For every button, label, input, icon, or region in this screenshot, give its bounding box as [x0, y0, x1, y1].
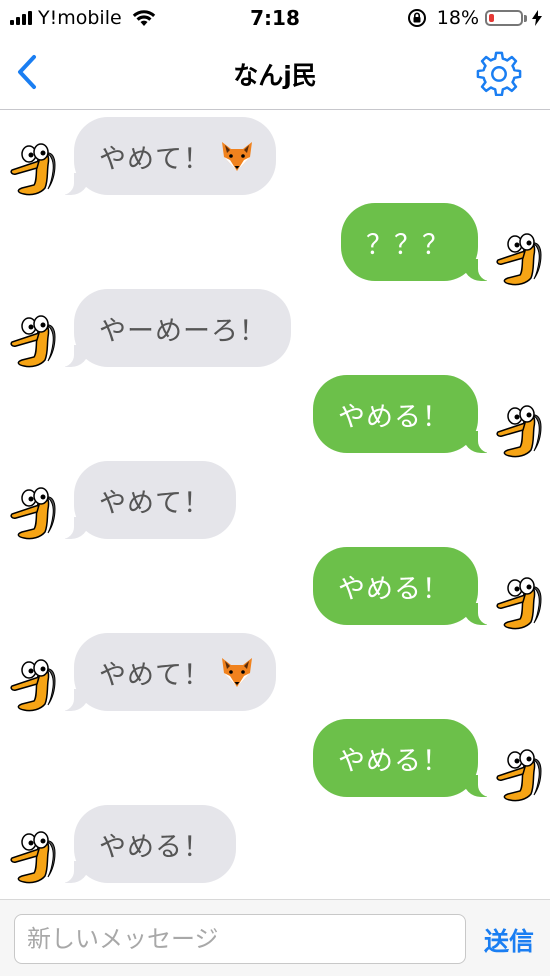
status-right: 18%	[407, 7, 542, 29]
battery-level	[489, 14, 494, 22]
outgoing-message[interactable]: やめる！	[313, 719, 496, 797]
bird-avatar-icon	[496, 749, 542, 802]
bird-avatar-icon	[10, 831, 56, 884]
bird-avatar-icon	[10, 659, 56, 712]
bird-avatar-icon	[10, 143, 56, 196]
battery-tip	[524, 14, 527, 22]
outgoing-message[interactable]: やめる！	[313, 547, 496, 625]
incoming-message[interactable]: やめて！	[56, 461, 236, 539]
message-text: やめる！	[99, 831, 211, 863]
gear-icon[interactable]	[476, 50, 522, 96]
message-text: やめて！	[99, 487, 211, 519]
outgoing-message[interactable]: ？？？	[341, 203, 496, 281]
navigation-bar: なんj民	[0, 36, 550, 110]
incoming-message[interactable]: やめて！	[56, 117, 276, 195]
battery-icon	[485, 10, 523, 26]
message-text: やめて！	[99, 659, 211, 691]
bird-avatar-icon	[496, 405, 542, 458]
battery-percent: 18%	[436, 7, 479, 29]
message-text: ？？？	[366, 229, 450, 261]
page-title: なんj民	[233, 61, 317, 90]
fox-emoji-icon	[222, 142, 252, 171]
message-text: やめて！	[99, 143, 211, 175]
outgoing-message[interactable]: やめる！	[313, 375, 496, 453]
message-input[interactable]	[14, 914, 466, 964]
fox-emoji-icon	[222, 658, 252, 687]
incoming-message[interactable]: やーめーろ！	[56, 289, 291, 367]
orientation-lock-icon	[407, 9, 426, 27]
message-thread[interactable]: やめて！ ？？？ やーめーろ！ やめる！ やめて！ やめる！ やめて！ やめる！…	[0, 111, 550, 899]
status-bar: Y!mobile 7:18 18%	[0, 0, 550, 36]
incoming-message[interactable]: やめて！	[56, 633, 276, 711]
bird-avatar-icon	[496, 233, 542, 286]
message-text: やめる！	[338, 745, 450, 777]
charging-bolt-icon	[532, 10, 542, 26]
bird-avatar-icon	[10, 487, 56, 540]
message-text: やーめーろ！	[99, 315, 267, 347]
message-text: やめる！	[338, 401, 450, 433]
bird-avatar-icon	[496, 577, 542, 630]
send-button[interactable]: 送信	[484, 922, 534, 958]
bird-avatar-icon	[10, 315, 56, 368]
message-text: やめる！	[338, 573, 450, 605]
message-composer: 送信	[0, 899, 550, 976]
incoming-message[interactable]: やめる！	[56, 805, 236, 883]
